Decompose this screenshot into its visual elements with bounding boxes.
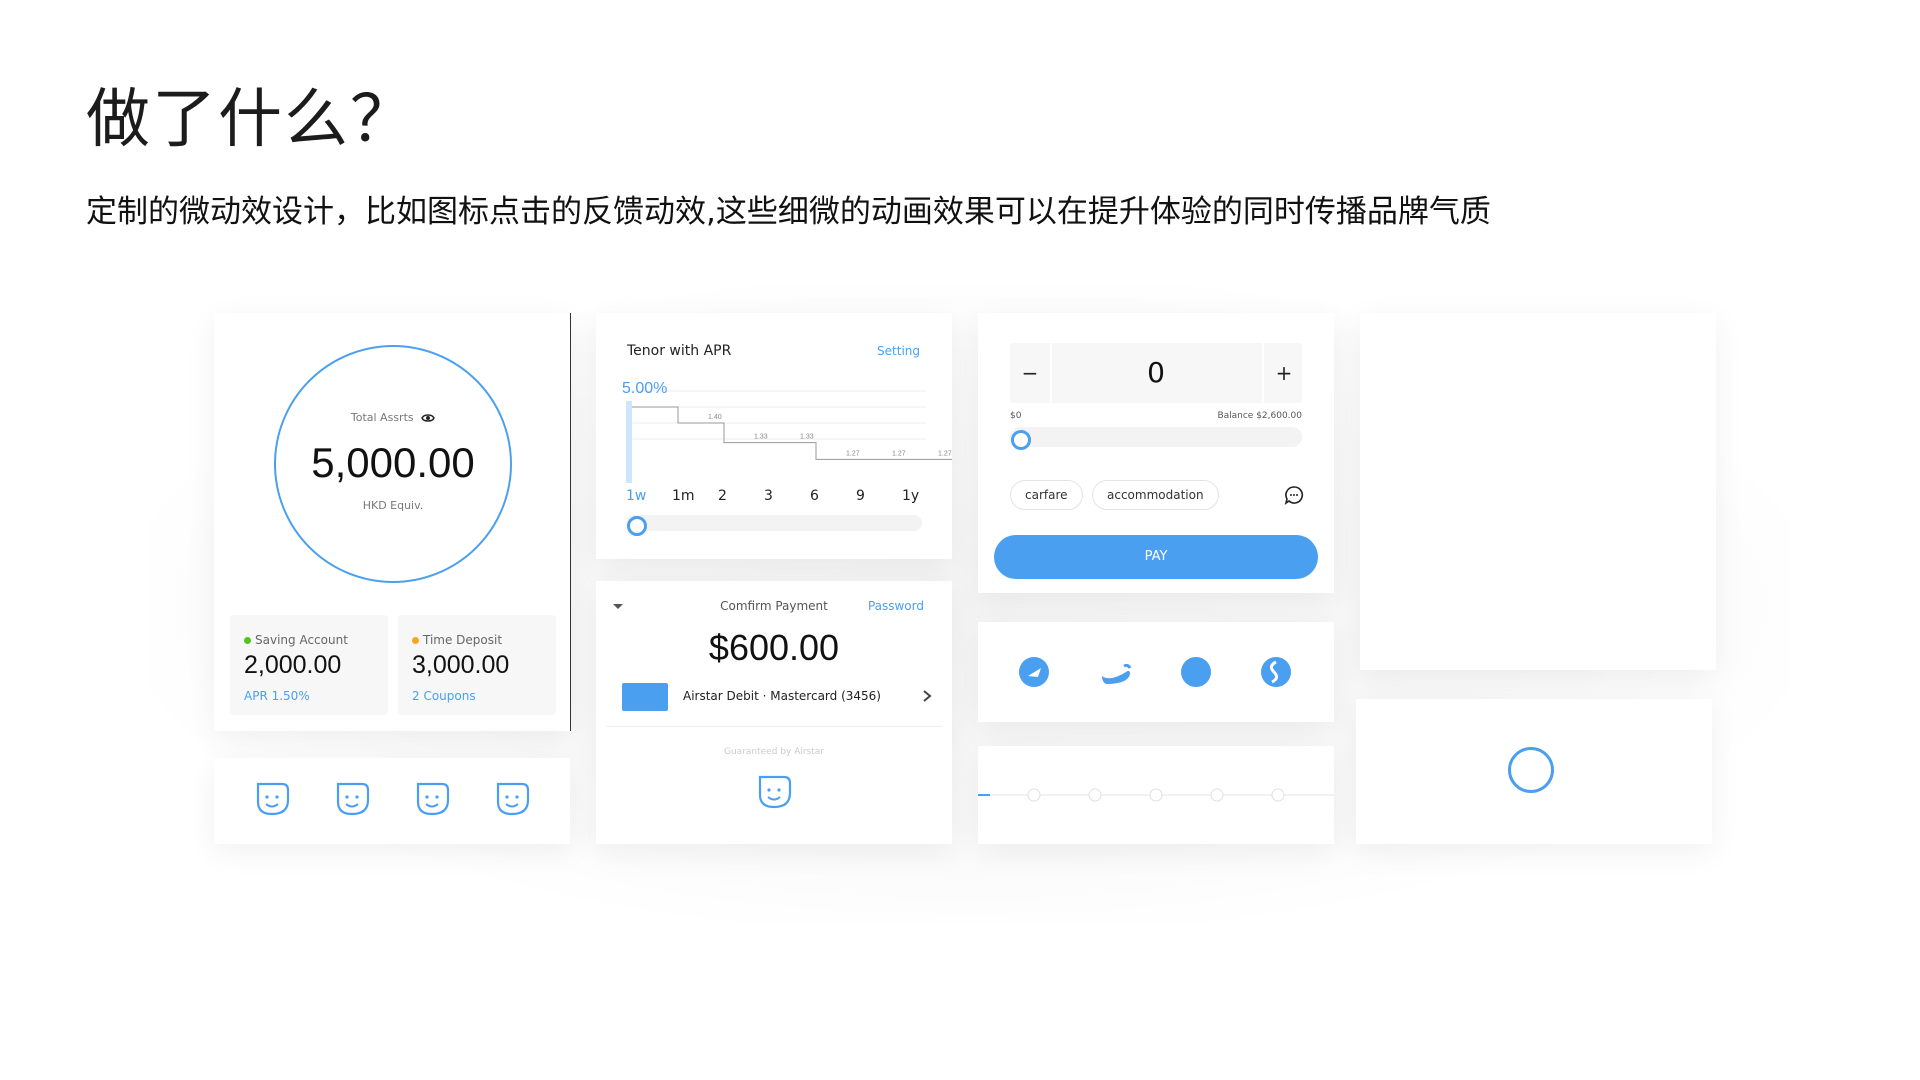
divider (570, 313, 571, 731)
spinner-card (1356, 699, 1712, 844)
data-label: 5.00% (622, 380, 667, 397)
amount-slider-track[interactable] (1010, 427, 1302, 447)
progress-steps (978, 788, 1334, 802)
tenor-slider-knob[interactable] (627, 516, 647, 536)
tenor-tick-1y[interactable]: 1y (902, 488, 919, 504)
plus-button[interactable]: + (1262, 343, 1304, 403)
assets-ring[interactable]: Total Assrts 5,000.00 HKD Equiv. (274, 345, 512, 583)
confirm-payment-card: Comfirm Payment Password $600.00 Airstar… (596, 581, 952, 844)
step-dot[interactable] (1210, 788, 1224, 802)
pay-button[interactable]: PAY (994, 535, 1318, 579)
step-dot[interactable] (1149, 788, 1163, 802)
active-bar (626, 401, 632, 483)
saving-account-tile[interactable]: Saving Account 2,000.00 APR 1.50% (230, 615, 388, 715)
data-label: 1.27 (938, 450, 952, 457)
eye-icon[interactable] (421, 413, 435, 423)
smiley-icons-card (214, 758, 570, 844)
total-assets-label: Total Assrts (350, 411, 414, 424)
tenor-tick-6[interactable]: 6 (810, 488, 819, 504)
account-value: 2,000.00 (244, 651, 342, 679)
slide-title: 做了什么？ (86, 83, 416, 157)
data-label: 1.40 (708, 414, 722, 421)
password-link[interactable]: Password (868, 599, 924, 613)
divider (606, 726, 942, 727)
spinner-ring-icon (1508, 747, 1554, 793)
tenor-tick-1m[interactable]: 1m (672, 488, 695, 504)
status-dot (244, 637, 251, 644)
smiley-icon[interactable] (754, 773, 794, 813)
min-label: $0 (1010, 411, 1022, 421)
chip-accommodation[interactable]: accommodation (1092, 480, 1219, 510)
stepper-value[interactable]: 0 (1050, 343, 1262, 403)
chevron-right-icon[interactable] (922, 689, 932, 703)
smiley-icon[interactable] (332, 780, 372, 820)
account-sub: 2 Coupons (412, 689, 476, 703)
smiley-icon[interactable] (412, 780, 452, 820)
account-value: 3,000.00 (412, 651, 510, 679)
smiley-icon[interactable] (252, 780, 292, 820)
progress-steps-card (978, 746, 1334, 844)
slide-subtitle: 定制的微动效设计，比如图标点击的反馈动效,这些细微的动画效果可以在提升体验的同时… (86, 194, 1491, 230)
total-assets-amount: 5,000.00 (311, 439, 475, 486)
status-dot (412, 637, 419, 644)
icon-morph-card (978, 622, 1334, 722)
account-name: Time Deposit (423, 633, 503, 647)
account-name: Saving Account (255, 633, 348, 647)
tenor-apr-card: Tenor with APR Setting 5.00% 1.40 1.33 1.33… (596, 313, 952, 559)
chip-carfare[interactable]: carfare (1010, 480, 1083, 510)
chat-icon[interactable] (1284, 485, 1304, 505)
time-deposit-tile[interactable]: Time Deposit 3,000.00 2 Coupons (398, 615, 556, 715)
step-dot[interactable] (1027, 788, 1041, 802)
blank-card (1360, 313, 1716, 670)
tenor-tick-1w[interactable]: 1w (626, 488, 646, 504)
card-thumbnail (622, 683, 668, 711)
balance-label: Balance $2,600.00 (1217, 411, 1302, 421)
amount-slider-knob[interactable] (1011, 430, 1031, 450)
circle-icon[interactable] (1180, 656, 1212, 688)
data-label: 1.33 (754, 434, 768, 441)
payment-amount: $600.00 (708, 627, 840, 668)
account-sub: APR 1.50% (244, 689, 310, 703)
step-dot[interactable] (1088, 788, 1102, 802)
total-assets-card: Total Assrts 5,000.00 HKD Equiv. Saving … (214, 313, 570, 731)
data-label: 1.27 (892, 450, 906, 457)
minus-button[interactable]: − (1010, 343, 1052, 403)
smiley-icon[interactable] (492, 780, 532, 820)
tenor-tick-9[interactable]: 9 (856, 488, 865, 504)
step-dot[interactable] (1271, 788, 1285, 802)
sync-icon[interactable] (1260, 656, 1292, 688)
data-label: 1.27 (846, 450, 860, 457)
apr-chart: 5.00% 1.40 1.33 1.33 1.27 1.27 1.27 (622, 380, 952, 483)
currency-equiv: HKD Equiv. (362, 499, 424, 512)
tenor-tick-3[interactable]: 3 (764, 488, 773, 504)
tenor-slider-track[interactable] (626, 515, 922, 531)
tenor-tick-2[interactable]: 2 (718, 488, 727, 504)
guarantee-text: Guaranteed by Airstar (724, 747, 824, 757)
amount-stepper-card: − 0 + $0 Balance $2,600.00 carfare accom… (978, 313, 1334, 593)
data-label: 1.33 (800, 434, 814, 441)
payment-method[interactable]: Airstar Debit · Mastercard (3456) (683, 689, 881, 703)
compass-icon[interactable] (1018, 656, 1050, 688)
wave-icon[interactable] (1100, 658, 1132, 686)
